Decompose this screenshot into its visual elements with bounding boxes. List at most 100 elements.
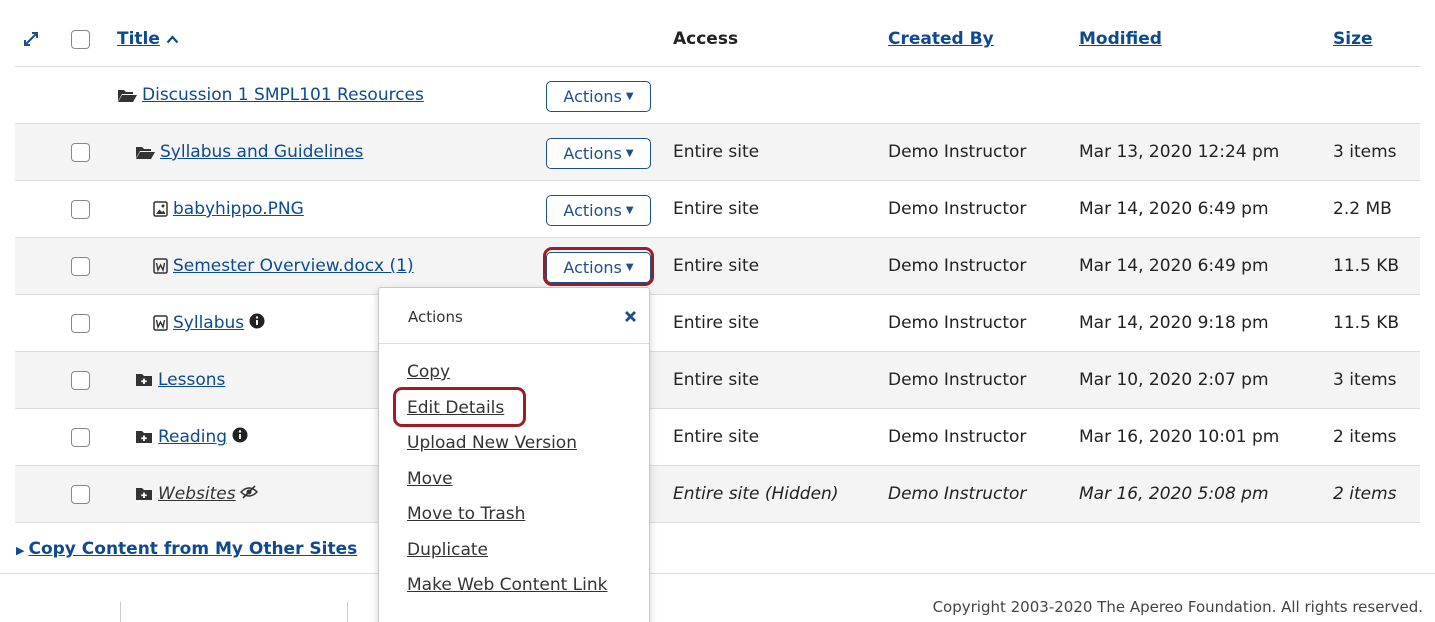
access-cell: Entire site bbox=[673, 199, 760, 219]
size-cell: 11.5 KB bbox=[1333, 313, 1400, 333]
menu-item-make-web-content-link[interactable]: Make Web Content Link bbox=[407, 575, 607, 595]
created-by-column-header[interactable]: Created By bbox=[888, 12, 994, 66]
row-checkbox[interactable] bbox=[71, 124, 90, 180]
folder-link[interactable]: Lessons bbox=[158, 370, 225, 390]
row-title: Syllabus bbox=[153, 295, 265, 351]
modified-column-header[interactable]: Modified bbox=[1079, 12, 1162, 66]
access-cell: Entire site bbox=[673, 427, 760, 447]
image-file-icon bbox=[153, 201, 168, 217]
footer-divider bbox=[0, 573, 1435, 574]
actions-button[interactable]: Actions ▼ bbox=[546, 81, 651, 112]
menu-item-duplicate[interactable]: Duplicate bbox=[407, 540, 488, 560]
access-cell: Entire site bbox=[673, 256, 760, 276]
modified-cell: Mar 10, 2020 2:07 pm bbox=[1079, 370, 1269, 390]
created-by-cell: Demo Instructor bbox=[888, 142, 1027, 162]
modified-cell: Mar 16, 2020 5:08 pm bbox=[1079, 484, 1269, 504]
menu-item-copy[interactable]: Copy bbox=[407, 362, 450, 382]
info-icon[interactable] bbox=[249, 313, 265, 334]
created-by-cell: Demo Instructor bbox=[888, 313, 1027, 333]
table-row: Lessons Entire site Demo Instructor Mar … bbox=[15, 352, 1420, 409]
menu-item-move-to-trash[interactable]: Move to Trash bbox=[407, 504, 525, 524]
row-checkbox[interactable] bbox=[71, 295, 90, 351]
modified-cell: Mar 14, 2020 9:18 pm bbox=[1079, 313, 1269, 333]
highlight-ring bbox=[543, 247, 654, 286]
row-checkbox[interactable] bbox=[71, 409, 90, 465]
caret-down-icon: ▼ bbox=[625, 148, 634, 159]
folder-link[interactable]: Discussion 1 SMPL101 Resources bbox=[142, 85, 424, 105]
row-title: Websites bbox=[135, 466, 258, 522]
row-title: Semester Overview.docx (1) bbox=[153, 238, 414, 294]
created-by-cell: Demo Instructor bbox=[888, 256, 1027, 276]
row-title: Reading bbox=[135, 409, 248, 465]
sort-ascending-icon bbox=[166, 29, 179, 49]
folder-plus-icon bbox=[135, 430, 153, 444]
table-row: Syllabus and Guidelines Actions ▼ Entire … bbox=[15, 124, 1420, 181]
size-column-header[interactable]: Size bbox=[1333, 12, 1373, 66]
footer-separator bbox=[347, 602, 348, 622]
modified-cell: Mar 16, 2020 10:01 pm bbox=[1079, 427, 1280, 447]
folder-link[interactable]: Websites bbox=[158, 484, 236, 504]
actions-menu: Actions Copy Edit Details Upload New Ver… bbox=[378, 287, 650, 622]
folder-plus-icon bbox=[135, 373, 153, 387]
created-by-cell: Demo Instructor bbox=[888, 484, 1027, 504]
folder-open-icon bbox=[117, 88, 137, 102]
access-cell: Entire site bbox=[673, 313, 760, 333]
created-by-sort-link[interactable]: Created By bbox=[888, 29, 994, 49]
actions-button[interactable]: Actions ▼ bbox=[546, 138, 651, 169]
row-checkbox[interactable] bbox=[71, 352, 90, 408]
row-checkbox[interactable] bbox=[71, 181, 90, 237]
folder-open-icon bbox=[135, 145, 155, 159]
caret-right-icon: ▶ bbox=[16, 544, 25, 557]
select-all-checkbox[interactable] bbox=[71, 12, 90, 66]
actions-menu-title: Actions bbox=[408, 308, 463, 326]
folder-link[interactable]: Reading bbox=[158, 427, 227, 447]
access-cell: Entire site bbox=[673, 370, 760, 390]
title-column-header[interactable]: Title bbox=[117, 12, 179, 66]
info-icon[interactable] bbox=[232, 427, 248, 448]
file-link[interactable]: Semester Overview.docx (1) bbox=[173, 256, 414, 276]
size-cell: 2.2 MB bbox=[1333, 199, 1392, 219]
word-file-icon bbox=[153, 258, 168, 274]
footer-copyright: Copyright 2003-2020 The Apereo Foundatio… bbox=[932, 598, 1423, 616]
menu-item-upload-new-version[interactable]: Upload New Version bbox=[407, 433, 577, 453]
table-row: Reading Entire site Demo Instructor Mar … bbox=[15, 409, 1420, 466]
access-cell: Entire site bbox=[673, 142, 760, 162]
size-cell: 3 items bbox=[1333, 370, 1397, 390]
size-cell: 3 items bbox=[1333, 142, 1397, 162]
table-row: Syllabus Entire site Demo Instructor Mar… bbox=[15, 295, 1420, 352]
row-checkbox[interactable] bbox=[71, 466, 90, 522]
size-cell: 2 items bbox=[1333, 427, 1397, 447]
access-cell: Entire site (Hidden) bbox=[673, 484, 839, 504]
size-sort-link[interactable]: Size bbox=[1333, 29, 1373, 49]
file-link[interactable]: babyhippo.PNG bbox=[173, 199, 304, 219]
table-row: Discussion 1 SMPL101 Resources Actions ▼ bbox=[15, 67, 1420, 124]
actions-button[interactable]: Actions ▼ bbox=[546, 195, 651, 226]
row-title: Lessons bbox=[135, 352, 225, 408]
modified-cell: Mar 14, 2020 6:49 pm bbox=[1079, 199, 1269, 219]
modified-sort-link[interactable]: Modified bbox=[1079, 29, 1162, 49]
actions-menu-header: Actions bbox=[379, 288, 649, 344]
footer-separator bbox=[120, 602, 121, 622]
size-cell: 11.5 KB bbox=[1333, 256, 1400, 276]
created-by-cell: Demo Instructor bbox=[888, 370, 1027, 390]
expand-all-icon[interactable] bbox=[23, 12, 39, 66]
caret-down-icon: ▼ bbox=[625, 205, 634, 216]
row-title: Syllabus and Guidelines bbox=[135, 124, 363, 180]
modified-cell: Mar 13, 2020 12:24 pm bbox=[1079, 142, 1280, 162]
table-header: Title Access Created By Modified Size bbox=[15, 12, 1420, 67]
table-row: Semester Overview.docx (1) Actions ▼ Enti… bbox=[15, 238, 1420, 295]
table-row: Websites Entire site (Hidden) Demo Instr… bbox=[15, 466, 1420, 523]
caret-down-icon: ▼ bbox=[625, 91, 634, 102]
row-checkbox[interactable] bbox=[71, 238, 90, 294]
file-link[interactable]: Syllabus bbox=[173, 313, 244, 333]
title-sort-link[interactable]: Title bbox=[117, 29, 160, 49]
folder-plus-icon bbox=[135, 487, 153, 501]
size-cell: 2 items bbox=[1333, 484, 1397, 504]
copy-content-link[interactable]: ▶ Copy Content from My Other Sites bbox=[16, 539, 357, 559]
highlight-ring bbox=[393, 387, 526, 427]
created-by-cell: Demo Instructor bbox=[888, 427, 1027, 447]
word-file-icon bbox=[153, 315, 168, 331]
menu-item-move[interactable]: Move bbox=[407, 469, 453, 489]
close-icon[interactable] bbox=[624, 308, 637, 328]
folder-link[interactable]: Syllabus and Guidelines bbox=[160, 142, 363, 162]
